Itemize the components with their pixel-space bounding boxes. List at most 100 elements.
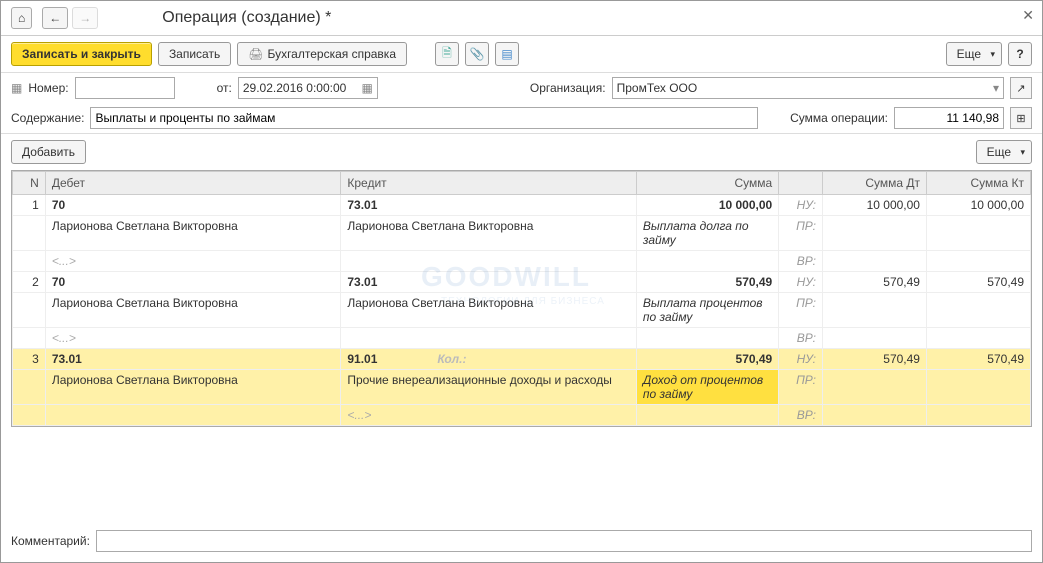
cell-debit[interactable]: 73.01: [45, 349, 341, 370]
table-row[interactable]: 17073.0110 000,00НУ:10 000,0010 000,00: [13, 195, 1031, 216]
doc-attach-button[interactable]: 🗎: [435, 42, 459, 66]
col-debit[interactable]: Дебет: [45, 172, 341, 195]
org-label: Организация:: [530, 81, 606, 95]
calendar-icon[interactable]: ▦: [362, 81, 373, 95]
cell-sum-sub[interactable]: Выплата долга по займу: [636, 216, 778, 251]
calc-button[interactable]: ⊞: [1010, 107, 1032, 129]
comment-label: Комментарий:: [11, 534, 90, 548]
clip-button[interactable]: 📎: [465, 42, 489, 66]
form-row-1: ▦ Номер: от: 29.02.2016 0:00:00 ▦ Органи…: [1, 73, 1042, 103]
cell-sum[interactable]: 10 000,00: [636, 195, 778, 216]
sum-label: Сумма операции:: [790, 111, 888, 125]
printer-icon: 🖨: [248, 47, 263, 61]
list-button[interactable]: ▤: [495, 42, 519, 66]
cell-sum[interactable]: 570,49: [636, 349, 778, 370]
cell-credit[interactable]: 73.01: [341, 272, 637, 293]
col-credit[interactable]: Кредит: [341, 172, 637, 195]
col-sum[interactable]: Сумма: [636, 172, 778, 195]
cell-debit[interactable]: 70: [45, 272, 341, 293]
main-toolbar: Записать и закрыть Записать 🖨 Бухгалтерс…: [1, 36, 1042, 73]
add-row-button[interactable]: Добавить: [11, 140, 86, 164]
home-button[interactable]: ⌂: [11, 7, 32, 29]
cell-sum-sub[interactable]: Выплата процентов по займу: [636, 293, 778, 328]
cell-tag: ПР:: [779, 216, 823, 251]
cell-credit[interactable]: 91.01Кол.:: [341, 349, 637, 370]
cell-tag: ВР:: [779, 328, 823, 349]
operation-window: ⌂ ← → Операция (создание) * ✕ Записать и…: [0, 0, 1043, 563]
print-reference-button[interactable]: 🖨 Бухгалтерская справка: [237, 42, 407, 66]
cell-credit-sub2[interactable]: <...>: [341, 405, 637, 426]
comment-field[interactable]: [96, 530, 1032, 552]
save-close-button[interactable]: Записать и закрыть: [11, 42, 152, 66]
forward-button: →: [72, 7, 98, 29]
list-icon: ▤: [501, 47, 512, 61]
window-title: Операция (создание) *: [162, 9, 331, 27]
table-row[interactable]: 373.0191.01Кол.:570,49НУ:570,49570,49: [13, 349, 1031, 370]
form-row-2: Содержание: Сумма операции: ⊞: [1, 103, 1042, 133]
more-button[interactable]: Еще: [946, 42, 1002, 66]
cell-tag: ВР:: [779, 405, 823, 426]
cell-sum-kt: 570,49: [926, 272, 1030, 293]
date-field[interactable]: 29.02.2016 0:00:00 ▦: [238, 77, 378, 99]
cell-sum-kt: 570,49: [926, 349, 1030, 370]
table-row-sub2[interactable]: <...> ВР:: [13, 328, 1031, 349]
save-button[interactable]: Записать: [158, 42, 231, 66]
cell-debit-sub[interactable]: Ларионова Светлана Викторовна: [45, 216, 341, 251]
table-row-sub[interactable]: Ларионова Светлана ВикторовнаЛарионова С…: [13, 216, 1031, 251]
from-label: от:: [217, 81, 232, 95]
col-sum-kt[interactable]: Сумма Кт: [926, 172, 1030, 195]
cell-debit-sub2[interactable]: [45, 405, 341, 426]
number-field[interactable]: [75, 77, 175, 99]
cell-n: 2: [13, 272, 46, 293]
table-row-sub[interactable]: Ларионова Светлана ВикторовнаЛарионова С…: [13, 293, 1031, 328]
cell-debit-sub[interactable]: Ларионова Светлана Викторовна: [45, 370, 341, 405]
table-row-sub2[interactable]: <...> ВР:: [13, 405, 1031, 426]
number-label: Номер:: [28, 81, 68, 95]
table-toolbar: Добавить Еще: [1, 133, 1042, 170]
cell-sum-dt: 570,49: [823, 272, 927, 293]
cell-credit-sub2[interactable]: [341, 251, 637, 272]
cell-sum-dt: 570,49: [823, 349, 927, 370]
cell-tag: НУ:: [779, 349, 823, 370]
table-row-sub[interactable]: Ларионова Светлана ВикторовнаПрочие внер…: [13, 370, 1031, 405]
cell-credit-sub[interactable]: Ларионова Светлана Викторовна: [341, 293, 637, 328]
org-open-button[interactable]: ↗: [1010, 77, 1032, 99]
cell-tag: НУ:: [779, 195, 823, 216]
col-n[interactable]: N: [13, 172, 46, 195]
cell-credit-sub2[interactable]: [341, 328, 637, 349]
cell-tag: НУ:: [779, 272, 823, 293]
comment-row: Комментарий:: [11, 530, 1032, 552]
help-button[interactable]: ?: [1008, 42, 1032, 66]
cell-debit-sub2[interactable]: <...>: [45, 251, 341, 272]
cell-sum-dt: 10 000,00: [823, 195, 927, 216]
table-row[interactable]: 27073.01570,49НУ:570,49570,49: [13, 272, 1031, 293]
col-sum-dt[interactable]: Сумма Дт: [823, 172, 927, 195]
document-icon: 🗎: [442, 44, 452, 65]
paperclip-icon: 📎: [470, 47, 485, 61]
cell-credit-sub[interactable]: Ларионова Светлана Викторовна: [341, 216, 637, 251]
cell-debit-sub2[interactable]: <...>: [45, 328, 341, 349]
cell-tag: ПР:: [779, 370, 823, 405]
cell-debit-sub[interactable]: Ларионова Светлана Викторовна: [45, 293, 341, 328]
cell-sum[interactable]: 570,49: [636, 272, 778, 293]
content-field[interactable]: [90, 107, 758, 129]
doc-type-icon: ▦: [11, 81, 22, 95]
cell-credit[interactable]: 73.01: [341, 195, 637, 216]
entries-table: N Дебет Кредит Сумма Сумма Дт Сумма Кт 1…: [11, 170, 1032, 427]
sum-field[interactable]: [894, 107, 1004, 129]
col-tag: [779, 172, 823, 195]
cell-sum-sub[interactable]: Доход от процентов по займу: [636, 370, 778, 405]
cell-tag: ПР:: [779, 293, 823, 328]
cell-debit[interactable]: 70: [45, 195, 341, 216]
table-row-sub2[interactable]: <...>ВР:: [13, 251, 1031, 272]
table-more-button[interactable]: Еще: [976, 140, 1032, 164]
org-field[interactable]: ПромТех ООО ▾: [612, 77, 1004, 99]
cell-n: 1: [13, 195, 46, 216]
dropdown-icon[interactable]: ▾: [993, 81, 999, 95]
back-button[interactable]: ←: [42, 7, 68, 29]
table-header: N Дебет Кредит Сумма Сумма Дт Сумма Кт: [13, 172, 1031, 195]
cell-n: 3: [13, 349, 46, 370]
close-icon[interactable]: ✕: [1022, 7, 1034, 24]
cell-sum-kt: 10 000,00: [926, 195, 1030, 216]
cell-credit-sub[interactable]: Прочие внереализационные доходы и расход…: [341, 370, 637, 405]
